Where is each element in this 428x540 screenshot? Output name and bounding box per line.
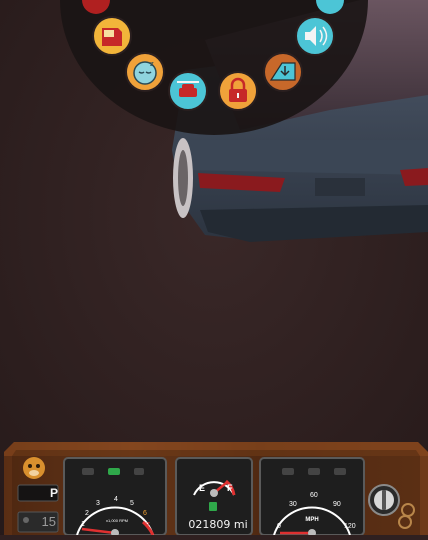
car-tail-light-right: [400, 168, 428, 186]
fuel-empty-label: E: [199, 483, 206, 493]
speed-tick-90: 90: [333, 501, 341, 508]
ignition-key-icon[interactable]: [368, 484, 400, 516]
engine-icon: [82, 468, 94, 475]
car-door-icon: [102, 28, 122, 46]
tach-tick-5: 5: [130, 500, 134, 507]
speed-tick-30: 30: [289, 501, 297, 508]
tach-tick-7: 7: [146, 522, 150, 529]
fuel-full-label: F: [227, 483, 233, 493]
odometer-readout: 021809 mi: [188, 518, 248, 531]
dashboard: P 15 1 2 3 4 5 6 7 x1,000 RPM E F 021809…: [4, 440, 428, 537]
tach-unit-label: x1,000 RPM: [105, 518, 128, 523]
fuel-pump-icon: [209, 502, 217, 511]
tach-tick-3: 3: [96, 500, 100, 507]
car-license-plate: [315, 178, 365, 196]
gear-label: P: [49, 486, 58, 500]
tach-tick-6: 6: [143, 510, 147, 517]
tach-tick-1: 1: [81, 521, 85, 528]
wiper-icon: [282, 468, 294, 475]
speed-unit-label: MPH: [305, 517, 319, 523]
headlight-icon: [334, 468, 346, 475]
defrost-icon: [308, 468, 320, 475]
speed-tick-60: 60: [310, 492, 318, 499]
battery-icon: [108, 468, 120, 475]
speed-tick-120: 120: [344, 523, 356, 530]
speed-tick-0: 0: [277, 523, 281, 530]
svg-text:z: z: [150, 60, 154, 68]
oil-icon: [134, 468, 144, 475]
tach-tick-2: 2: [85, 510, 89, 517]
tach-tick-4: 4: [114, 496, 118, 503]
trip-badge-label: 15: [41, 514, 56, 529]
